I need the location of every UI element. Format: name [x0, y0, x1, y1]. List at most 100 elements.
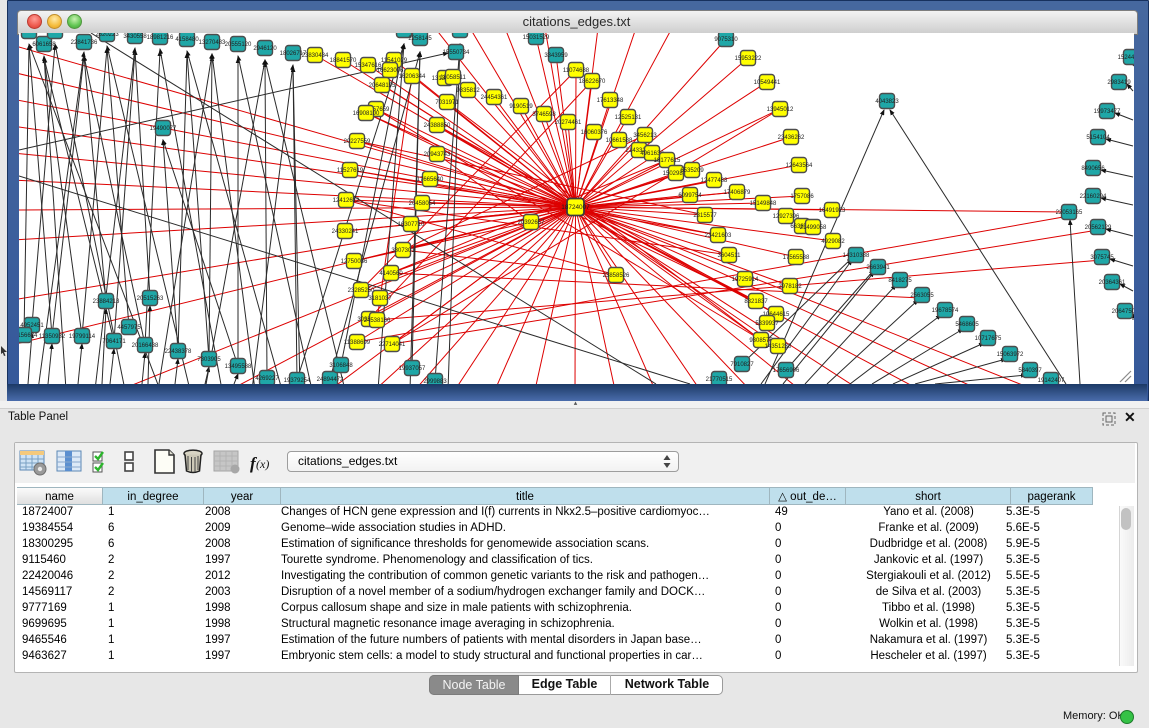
- svg-text:20515263: 20515263: [137, 296, 164, 302]
- svg-text:24330241: 24330241: [332, 229, 359, 235]
- svg-text:7031971: 7031971: [435, 100, 459, 106]
- svg-text:19937057: 19937057: [399, 366, 426, 372]
- svg-text:17565588: 17565588: [783, 255, 810, 261]
- svg-text:6061658: 6061658: [32, 42, 56, 48]
- svg-text:11866024: 11866024: [19, 33, 43, 35]
- svg-text:3883910: 3883910: [448, 33, 472, 34]
- svg-text:8321837: 8321837: [744, 299, 768, 305]
- svg-text:18622670: 18622670: [579, 79, 606, 85]
- svg-text:18177615: 18177615: [654, 158, 681, 164]
- svg-text:21499058: 21499058: [800, 225, 827, 231]
- svg-text:20274461: 20274461: [555, 120, 582, 126]
- svg-text:19490077: 19490077: [150, 126, 177, 132]
- svg-text:2258145: 2258145: [408, 36, 432, 42]
- svg-text:6099754: 6099754: [678, 193, 702, 199]
- svg-text:19379254: 19379254: [284, 378, 311, 384]
- svg-text:4269227: 4269227: [255, 376, 279, 382]
- svg-text:22841736: 22841736: [71, 40, 98, 46]
- svg-text:22438378: 22438378: [165, 349, 192, 355]
- svg-text:2620223: 2620223: [95, 33, 119, 38]
- svg-text:10717675: 10717675: [975, 336, 1002, 342]
- svg-text:11388699: 11388699: [344, 340, 371, 346]
- svg-text:20943743: 20943743: [424, 152, 451, 158]
- svg-text:24538166: 24538166: [364, 318, 391, 324]
- svg-text:12750036: 12750036: [341, 259, 368, 265]
- svg-text:20458054: 20458054: [409, 201, 436, 207]
- svg-text:23285250: 23285250: [348, 288, 375, 294]
- svg-text:23858526: 23858526: [603, 273, 630, 279]
- svg-text:10549441: 10549441: [754, 80, 781, 86]
- svg-text:2663941: 2663941: [866, 265, 890, 271]
- svg-text:11350932: 11350932: [39, 334, 66, 340]
- svg-text:16060376: 16060376: [581, 130, 608, 136]
- svg-text:3307301: 3307301: [391, 248, 415, 254]
- svg-text:24388850: 24388850: [424, 123, 451, 129]
- svg-text:10661588: 10661588: [606, 138, 633, 144]
- svg-text:14351230: 14351230: [765, 344, 792, 350]
- svg-text:1757086: 1757086: [790, 194, 814, 200]
- svg-text:24894472: 24894472: [317, 377, 344, 383]
- svg-text:22714041: 22714041: [379, 342, 406, 348]
- svg-text:20555120: 20555120: [225, 42, 252, 48]
- svg-text:14248078: 14248078: [42, 33, 69, 35]
- svg-text:7910827: 7910827: [730, 362, 754, 368]
- svg-text:22053165: 22053165: [1056, 210, 1083, 216]
- svg-text:2315577: 2315577: [693, 213, 717, 219]
- svg-text:2999883: 2999883: [423, 379, 447, 384]
- svg-text:12412612: 12412612: [333, 198, 360, 204]
- svg-text:2946120: 2946120: [253, 46, 277, 52]
- svg-text:23830434: 23830434: [302, 53, 329, 59]
- svg-text:15063972: 15063972: [997, 352, 1024, 358]
- svg-text:5840397: 5840397: [1018, 368, 1042, 374]
- svg-text:16206344: 16206344: [399, 74, 426, 80]
- svg-text:16908100: 16908100: [353, 111, 380, 117]
- svg-text:13945012: 13945012: [767, 107, 794, 113]
- svg-text:19142407: 19142407: [1038, 378, 1065, 384]
- svg-text:5154104: 5154104: [1086, 135, 1110, 141]
- svg-text:3456213: 3456213: [633, 133, 657, 139]
- svg-text:18841570: 18841570: [330, 58, 357, 64]
- svg-text:12643564: 12643564: [786, 163, 813, 169]
- svg-text:20647509: 20647509: [1112, 309, 1134, 315]
- svg-text:2983419: 2983419: [1107, 80, 1131, 86]
- svg-text:15031529: 15031529: [523, 35, 550, 41]
- svg-text:3343959: 3343959: [544, 53, 568, 59]
- svg-text:9075310: 9075310: [714, 37, 738, 43]
- svg-text:22160294: 22160294: [1080, 194, 1107, 200]
- svg-text:8490656: 8490656: [1081, 166, 1105, 172]
- svg-text:19973477: 19973477: [1094, 109, 1121, 115]
- svg-text:20156684: 20156684: [19, 333, 38, 339]
- svg-text:9190519: 9190519: [509, 104, 533, 110]
- svg-text:3430558: 3430558: [123, 34, 147, 40]
- svg-text:19678574: 19678574: [932, 308, 959, 314]
- svg-text:17665640: 17665640: [417, 177, 444, 183]
- svg-text:9335812: 9335812: [456, 88, 480, 94]
- svg-text:3106848: 3106848: [329, 363, 353, 369]
- svg-text:7064171: 7064171: [102, 339, 126, 345]
- svg-text:19725914: 19725914: [732, 277, 759, 283]
- svg-text:19799114: 19799114: [69, 334, 96, 340]
- svg-text:24454361: 24454361: [481, 95, 508, 101]
- svg-text:16491923: 16491923: [819, 208, 846, 214]
- svg-text:4140560: 4140560: [379, 271, 403, 277]
- svg-text:13270483: 13270483: [199, 40, 226, 46]
- svg-text:8418275: 8418275: [888, 278, 912, 284]
- svg-text:2978182: 2978182: [778, 284, 802, 290]
- svg-text:(x): (x): [256, 457, 269, 471]
- svg-text:13495588: 13495588: [225, 364, 252, 370]
- svg-text:5339937: 5339937: [755, 321, 779, 327]
- svg-text:11074688: 11074688: [563, 68, 590, 74]
- svg-text:17406879: 17406879: [724, 190, 751, 196]
- svg-text:20392657: 20392657: [518, 220, 545, 226]
- svg-text:3746598: 3746598: [532, 112, 556, 118]
- svg-text:4158480: 4158480: [175, 37, 199, 43]
- svg-text:18981216: 18981216: [147, 35, 174, 41]
- svg-text:3604511: 3604511: [718, 253, 742, 259]
- svg-text:4043823: 4043823: [875, 99, 899, 105]
- svg-text:3075745: 3075745: [1090, 255, 1114, 261]
- svg-text:15149848: 15149848: [750, 201, 777, 207]
- svg-text:21770515: 21770515: [706, 377, 733, 383]
- svg-text:23421603: 23421603: [705, 233, 732, 239]
- svg-text:18724007: 18724007: [561, 204, 590, 211]
- svg-text:17656906: 17656906: [773, 368, 800, 374]
